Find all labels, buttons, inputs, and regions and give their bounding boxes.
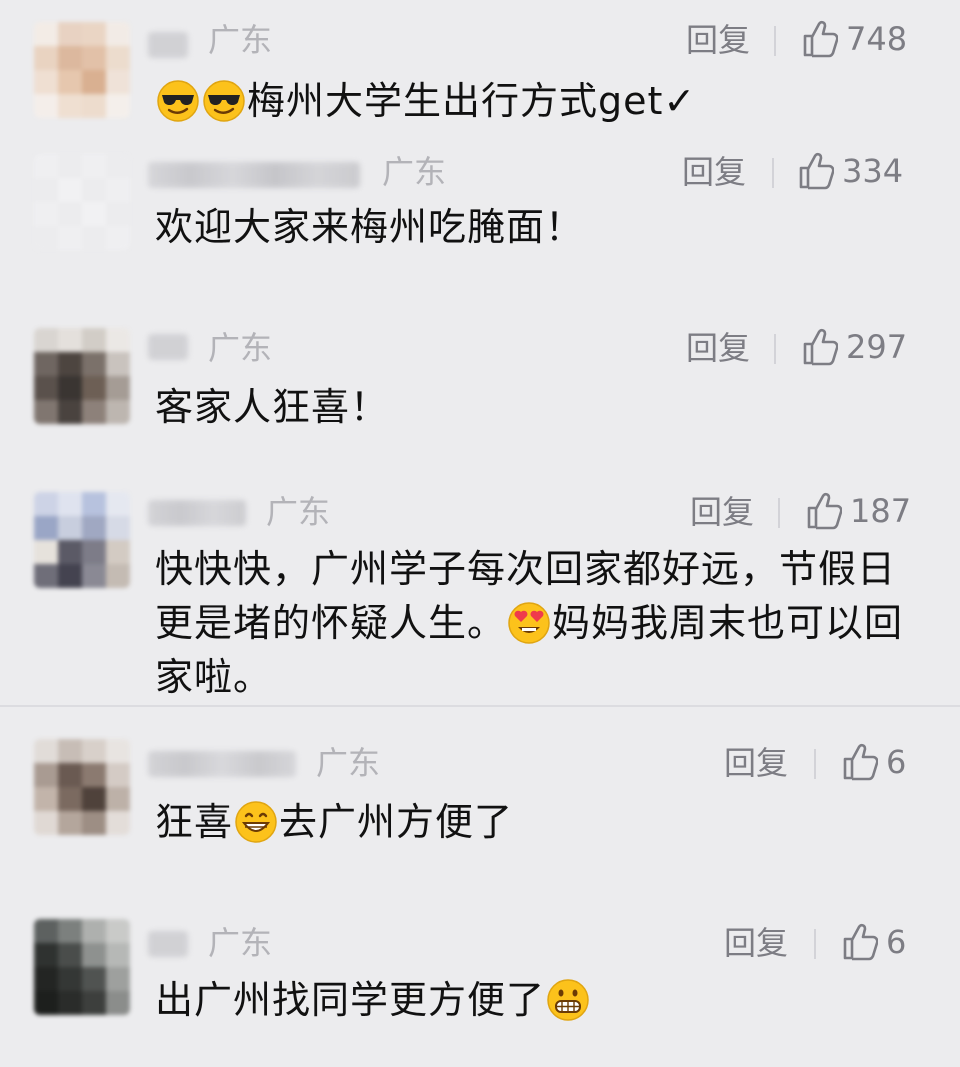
like-count: 6 (886, 743, 907, 781)
location-label: 广东 (382, 153, 447, 191)
sunglasses-emoji (203, 80, 245, 122)
username-blurred[interactable] (148, 931, 188, 957)
divider (814, 749, 816, 779)
username-blurred[interactable] (148, 751, 296, 777)
comment-text: 快快快，广州学子每次回家都好远，节假日更是堵的怀疑人生。 妈妈我周末也可以回家啦。 (155, 542, 910, 704)
avatar[interactable] (34, 154, 130, 250)
username-blurred[interactable] (148, 32, 188, 58)
divider (774, 26, 776, 56)
comment-text-content: 出广州找同学更方便了 (155, 978, 546, 1022)
comment-text: 欢迎大家来梅州吃腌面！ (155, 205, 585, 249)
location-label: 广东 (208, 21, 273, 59)
grinning-emoji (235, 801, 277, 843)
comment-text: 客家人狂喜！ (155, 385, 390, 429)
divider (814, 929, 816, 959)
reply-button[interactable]: 回复 (682, 154, 746, 190)
comment-item: 广东 回复 6 出广州找同学更方便了 (0, 887, 960, 1067)
comment-text: 出广州找同学更方便了 (155, 973, 910, 1027)
comment-item: 广东 回复 297 客家人狂喜！ (0, 310, 960, 480)
location-label: 广东 (266, 493, 331, 531)
thumbs-up-icon (843, 923, 878, 961)
reply-button[interactable]: 回复 (690, 494, 754, 530)
divider (772, 158, 774, 188)
avatar[interactable] (34, 22, 130, 118)
like-button[interactable]: 334 (798, 152, 903, 190)
like-button[interactable]: 6 (842, 743, 906, 781)
like-count: 748 (846, 20, 908, 58)
heart-eyes-emoji (508, 602, 550, 644)
username-blurred[interactable] (148, 334, 188, 360)
comment-item: 广东 回复 187 快快快，广州学子每次回家都好远，节假日更是堵的怀疑人生。 妈妈… (0, 480, 960, 705)
thumbs-up-icon (803, 328, 838, 366)
like-button[interactable]: 748 (802, 20, 907, 58)
like-button[interactable]: 297 (802, 328, 907, 366)
like-count: 187 (850, 492, 912, 530)
like-button[interactable]: 6 (842, 923, 906, 961)
thumbs-up-icon (799, 152, 834, 190)
comment-text: 梅州大学生出行方式get✓ (155, 74, 910, 128)
avatar[interactable] (34, 492, 130, 588)
comment-item: 广东 回复 748 梅州大学生出行方式get✓ (0, 0, 960, 140)
like-count: 297 (846, 328, 908, 366)
like-count: 6 (886, 923, 907, 961)
location-label: 广东 (208, 329, 273, 367)
location-label: 广东 (208, 924, 273, 962)
comment-text-content: 狂喜 (155, 800, 234, 844)
comment-item: 广东 回复 6 狂喜 去广州方便了 (0, 707, 960, 887)
thumbs-up-icon (807, 492, 842, 530)
avatar[interactable] (34, 328, 130, 424)
divider (778, 498, 780, 528)
username-blurred[interactable] (148, 500, 246, 526)
like-button[interactable]: 187 (806, 492, 911, 530)
reply-button[interactable]: 回复 (724, 745, 788, 781)
comment-item: 广东 回复 334 欢迎大家来梅州吃腌面！ (0, 140, 960, 310)
avatar[interactable] (34, 739, 130, 835)
avatar[interactable] (34, 919, 130, 1015)
comment-text-content: 去广州方便了 (279, 800, 514, 844)
reply-button[interactable]: 回复 (686, 22, 750, 58)
reply-button[interactable]: 回复 (724, 925, 788, 961)
divider (774, 334, 776, 364)
comment-text-content: 梅州大学生出行方式get✓ (247, 79, 697, 123)
grimacing-emoji (547, 979, 589, 1021)
thumbs-up-icon (843, 743, 878, 781)
comment-text: 狂喜 去广州方便了 (155, 795, 910, 849)
location-label: 广东 (316, 744, 381, 782)
username-blurred[interactable] (148, 162, 360, 188)
thumbs-up-icon (803, 20, 838, 58)
like-count: 334 (842, 152, 904, 190)
reply-button[interactable]: 回复 (686, 330, 750, 366)
sunglasses-emoji (157, 80, 199, 122)
comment-feed: 广东 回复 748 梅州大学生出行方式get✓ 广东 回复 334 欢迎大家来梅… (0, 0, 960, 1067)
